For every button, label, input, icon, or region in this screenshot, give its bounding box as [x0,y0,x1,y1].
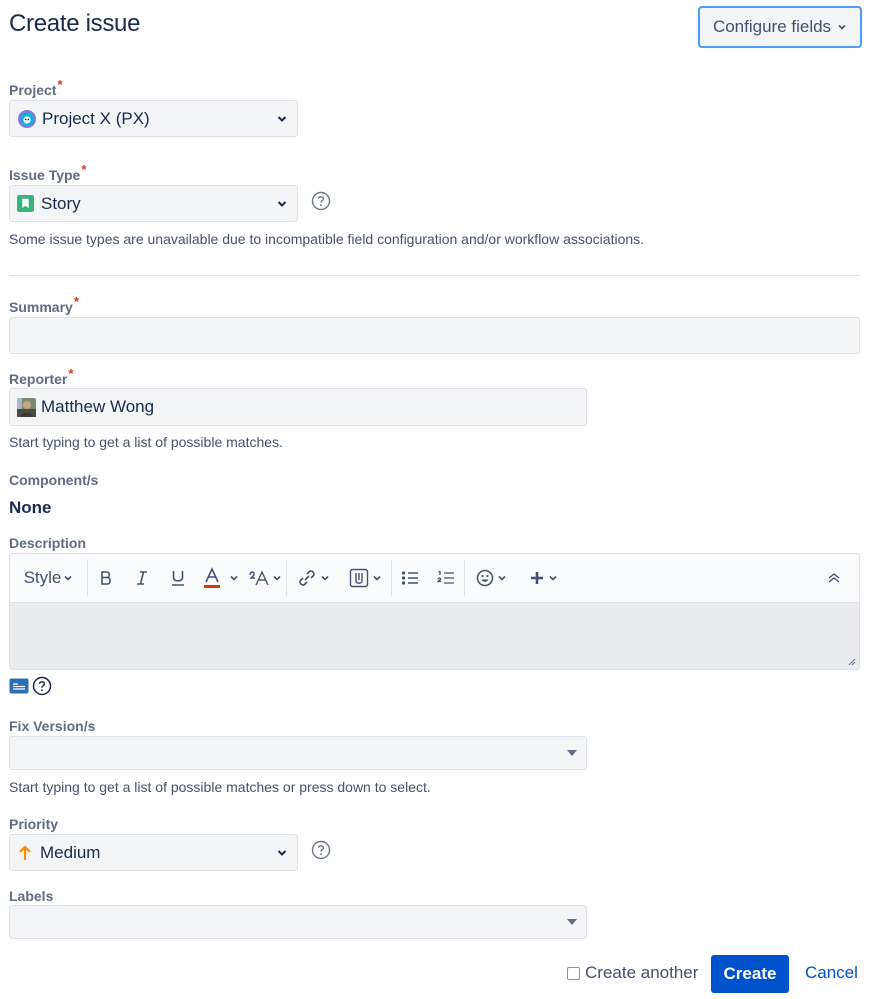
caret-down-icon [567,750,577,756]
project-value: Project X (PX) [42,108,150,128]
chevron-down-icon [229,575,238,581]
text-color-button[interactable] [196,554,244,602]
page-title: Create issue [9,10,141,37]
chevron-double-up-icon [828,573,840,583]
collapse-toolbar-button[interactable] [809,554,859,602]
chevron-down-icon [838,24,846,30]
resize-handle-icon[interactable] [846,656,856,666]
fix-version-select[interactable] [9,736,587,770]
link-icon [298,570,315,586]
priority-label: Priority [9,816,59,832]
emoji-button[interactable] [465,554,517,602]
configure-fields-label: Configure fields [712,17,832,36]
priority-value: Medium [40,842,101,862]
help-icon[interactable] [311,840,331,860]
chevron-down-icon [320,575,329,581]
chevron-down-icon [277,115,287,122]
component-label: Component/s [9,472,99,488]
issue-type-hint: Some issue types are unavailable due to … [9,231,645,247]
chevron-down-icon [277,849,287,856]
fix-version-hint: Start typing to get a list of possible m… [9,779,431,795]
chevron-down-icon [497,575,506,581]
description-label: Description [9,535,87,551]
bold-icon [101,571,111,585]
help-icon[interactable] [311,191,331,211]
bullet-list-button[interactable] [392,554,428,602]
bullet-list-icon [401,571,418,585]
emoji-icon [476,569,493,587]
chevron-down-icon [548,575,557,581]
arrow-up-icon [19,844,31,860]
attachment-button[interactable] [339,554,391,602]
text-formatting-button[interactable] [244,554,286,602]
create-another-label: Create another [585,963,699,982]
fix-version-label: Fix Version/s [9,718,96,734]
text-color-icon [203,567,220,588]
chevron-down-icon [372,575,381,581]
attachment-icon [349,568,368,588]
user-avatar [17,397,36,417]
summary-label: Summary* [9,294,79,315]
italic-icon [137,571,147,585]
labels-select[interactable] [9,905,587,939]
chevron-down-icon [64,575,72,581]
priority-select[interactable]: Medium [9,834,298,871]
create-another-checkbox[interactable] [567,966,580,980]
labels-label: Labels [9,888,54,904]
italic-button[interactable] [124,554,160,602]
reporter-hint: Start typing to get a list of possible m… [9,434,283,450]
reporter-value: Matthew Wong [41,397,155,416]
create-another-option[interactable]: Create another [567,963,698,983]
cancel-button[interactable]: Cancel [805,963,858,983]
reporter-label: Reporter* [9,366,74,387]
divider [9,275,860,276]
style-label: Style [23,568,62,587]
chevron-down-icon [277,200,287,207]
chevron-down-icon [272,575,281,581]
numbered-list-icon [437,570,454,584]
plus-icon [530,572,543,584]
text-formatting-icon [248,570,269,586]
underline-icon [172,571,184,586]
reporter-input[interactable]: Matthew Wong [9,388,587,426]
caret-down-icon [567,919,577,925]
project-select[interactable]: Project X (PX) [9,100,298,137]
underline-button[interactable] [160,554,196,602]
component-value: None [9,498,52,517]
help-icon[interactable] [32,676,52,696]
summary-input[interactable] [9,317,860,354]
configure-fields-button[interactable]: Configure fields [698,6,862,48]
insert-more-button[interactable] [517,554,569,602]
project-avatar-icon [18,109,36,128]
issue-type-label: Issue Type* [9,162,87,183]
issue-type-select[interactable]: Story [9,185,298,222]
bold-button[interactable] [88,554,124,602]
story-icon [17,195,34,212]
visual-mode-icon[interactable] [9,678,29,694]
link-button[interactable] [287,554,339,602]
numbered-list-button[interactable] [428,554,464,602]
issue-type-value: Story [41,193,81,213]
description-toolbar: Style [9,553,860,603]
style-dropdown[interactable]: Style [10,554,87,602]
create-button[interactable]: Create [711,955,789,993]
description-editor[interactable] [9,603,860,670]
project-label: Project* [9,77,63,98]
